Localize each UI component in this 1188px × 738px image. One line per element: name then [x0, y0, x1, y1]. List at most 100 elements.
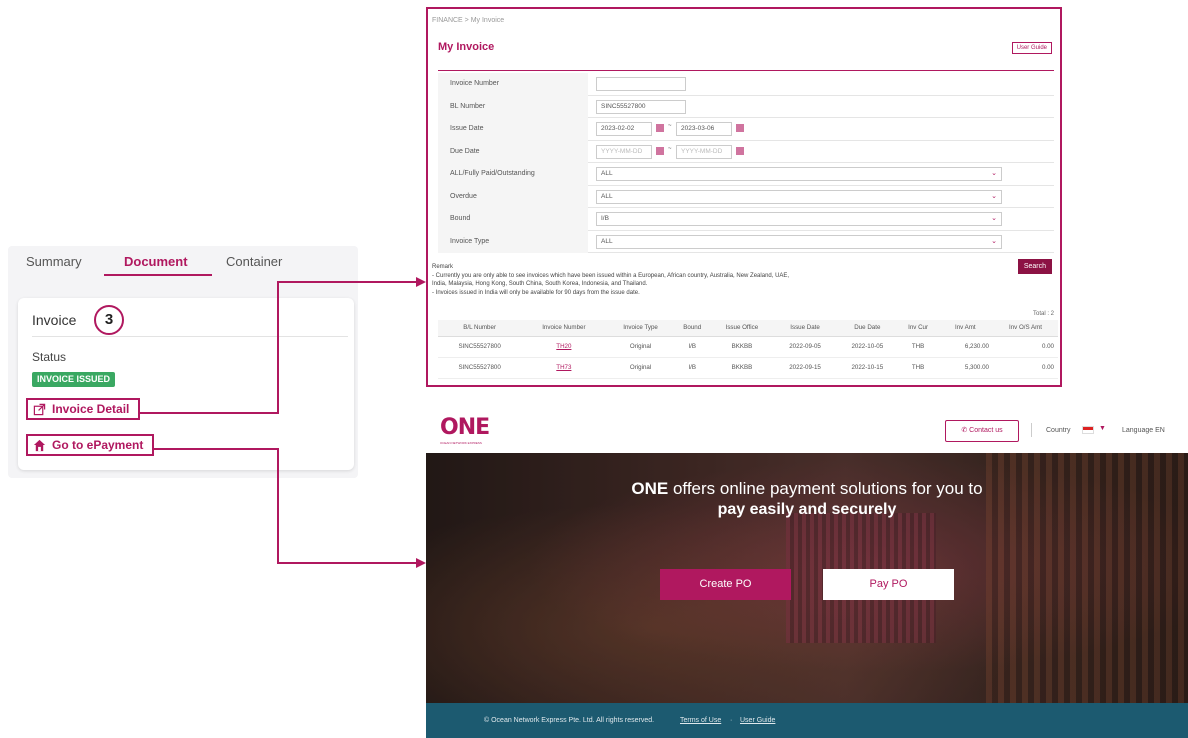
tab-summary[interactable]: Summary: [26, 254, 82, 269]
bound-select[interactable]: I/B ⌄: [596, 212, 1002, 226]
pay-po-button[interactable]: Pay PO: [823, 569, 954, 600]
table-row[interactable]: SINC55527800 TH73 Original I/B BKKBB 202…: [438, 357, 1058, 379]
invoice-detail-button[interactable]: Invoice Detail: [26, 398, 140, 420]
hero-brand: ONE: [631, 479, 669, 498]
table-cell: 2022-10-05: [836, 336, 899, 358]
status-label: Status: [32, 350, 67, 364]
table-cell: 0.00: [992, 336, 1058, 358]
column-header[interactable]: Issue Date: [773, 320, 837, 337]
connector-line: [277, 281, 279, 414]
table-cell: 2022-10-15: [836, 357, 899, 379]
form-row: Overdue ALL ⌄: [438, 185, 1054, 208]
table-cell: 2022-09-05: [773, 336, 837, 358]
bl-number-input[interactable]: SINC55527800: [596, 99, 686, 114]
connector-line: [277, 448, 279, 564]
divider: [32, 336, 348, 337]
external-link-icon: [33, 403, 46, 415]
remark-title: Remark: [432, 264, 454, 270]
table-cell: 6,230.00: [937, 336, 993, 358]
calendar-icon[interactable]: [656, 146, 664, 155]
field-label: Overdue: [438, 185, 588, 208]
chevron-down-icon[interactable]: ▼: [1099, 425, 1106, 432]
select-value: ALL: [601, 170, 613, 177]
hero-subheadline: pay easily and securely: [717, 501, 897, 518]
form-row: Invoice Number: [438, 73, 1054, 96]
title-divider: [438, 70, 1054, 71]
invoice-count-badge: 3: [94, 305, 124, 335]
language-selector[interactable]: Language EN: [1122, 427, 1165, 434]
flag-icon[interactable]: [1082, 426, 1094, 434]
remark-text: Remark - Currently you are only able to …: [432, 263, 992, 297]
table-cell: THB: [898, 336, 938, 358]
field-label: Bound: [438, 208, 588, 231]
go-to-epayment-button[interactable]: Go to ePayment: [26, 434, 154, 456]
connector-line: [152, 448, 278, 450]
range-separator: ~: [668, 123, 672, 129]
remark-line: India, Malaysia, Hong Kong, South China,…: [432, 281, 648, 287]
due-date-to-input[interactable]: YYYY-MM-DD: [676, 144, 732, 159]
chevron-down-icon: ⌄: [991, 215, 997, 222]
site-header: ONE OCEAN NETWORK EXPRESS ✆ Contact us C…: [426, 407, 1188, 453]
due-date-from-input[interactable]: YYYY-MM-DD: [596, 144, 652, 159]
phone-icon: ✆: [961, 427, 968, 434]
tab-container[interactable]: Container: [226, 254, 282, 269]
contact-us-button[interactable]: ✆ Contact us: [945, 420, 1019, 442]
chevron-down-icon: ⌄: [991, 192, 997, 200]
connector-line: [277, 562, 419, 564]
site-footer: © Ocean Network Express Pte. Ltd. All ri…: [426, 703, 1188, 738]
footer-separator: ·: [730, 717, 733, 724]
column-header[interactable]: Inv Cur: [898, 320, 938, 337]
table-cell: 5,300.00: [937, 357, 993, 379]
terms-of-use-link[interactable]: Terms of Use: [680, 717, 721, 724]
table-cell: 2022-09-15: [773, 357, 837, 379]
my-invoice-screenshot: FINANCE > My Invoice My Invoice User Gui…: [426, 7, 1062, 387]
user-guide-button[interactable]: User Guide: [1011, 42, 1052, 54]
home-icon: [33, 439, 46, 451]
table-row[interactable]: SINC55527800 TH20 Original I/B BKKBB 202…: [438, 336, 1058, 358]
remark-line: - Currently you are only able to see inv…: [432, 272, 790, 279]
select-value: ALL: [601, 192, 613, 200]
one-logo[interactable]: ONE: [440, 415, 490, 440]
column-header[interactable]: Bound: [674, 320, 710, 337]
invoice-number-link[interactable]: TH20: [521, 336, 607, 358]
column-header[interactable]: Inv Amt: [937, 320, 993, 337]
user-guide-link[interactable]: User Guide: [740, 717, 775, 724]
table-cell: I/B: [674, 336, 710, 358]
create-po-button[interactable]: Create PO: [660, 569, 791, 600]
table-cell: SINC55527800: [438, 357, 522, 379]
connector-line: [277, 281, 419, 283]
connector-line: [138, 412, 278, 414]
issue-date-to-input[interactable]: 2023-03-06: [676, 122, 732, 136]
tab-document[interactable]: Document: [124, 254, 188, 269]
chevron-down-icon: ⌄: [991, 237, 997, 245]
overdue-select[interactable]: ALL ⌄: [596, 189, 1002, 204]
language-value: EN: [1155, 427, 1165, 434]
form-row: Bound I/B ⌄: [438, 208, 1054, 231]
column-header[interactable]: Issue Office: [709, 320, 774, 337]
column-header[interactable]: Invoice Type: [606, 320, 675, 337]
table-cell: Original: [606, 336, 675, 358]
chevron-down-icon: ⌄: [991, 170, 997, 177]
issue-date-from-input[interactable]: 2023-02-02: [596, 122, 652, 136]
column-header[interactable]: Invoice Number: [521, 320, 607, 337]
invoice-type-select[interactable]: ALL ⌄: [596, 234, 1002, 249]
calendar-icon[interactable]: [736, 124, 744, 132]
copyright-text: © Ocean Network Express Pte. Ltd. All ri…: [484, 717, 655, 724]
calendar-icon[interactable]: [736, 146, 744, 155]
payment-status-select[interactable]: ALL ⌄: [596, 167, 1002, 181]
calendar-icon[interactable]: [656, 124, 664, 132]
invoice-number-link[interactable]: TH73: [521, 357, 607, 379]
remark-line: - Invoices issued in India will only be …: [432, 289, 640, 296]
field-label: Invoice Number: [438, 73, 588, 96]
column-header[interactable]: B/L Number: [438, 320, 522, 337]
column-header[interactable]: Inv O/S Amt: [992, 320, 1058, 337]
column-header[interactable]: Due Date: [836, 320, 899, 337]
tab-bar: Summary Document Container: [8, 246, 358, 276]
search-button[interactable]: Search: [1017, 259, 1052, 274]
table-cell: SINC55527800: [438, 336, 522, 358]
range-separator: ~: [668, 145, 672, 152]
invoice-card: Invoice 3 Status INVOICE ISSUED Invoice …: [18, 298, 354, 470]
breadcrumb: FINANCE > My Invoice: [432, 17, 505, 24]
invoice-number-input[interactable]: [596, 77, 686, 91]
form-row: Issue Date 2023-02-02 ~ 2023-03-06: [438, 118, 1054, 141]
